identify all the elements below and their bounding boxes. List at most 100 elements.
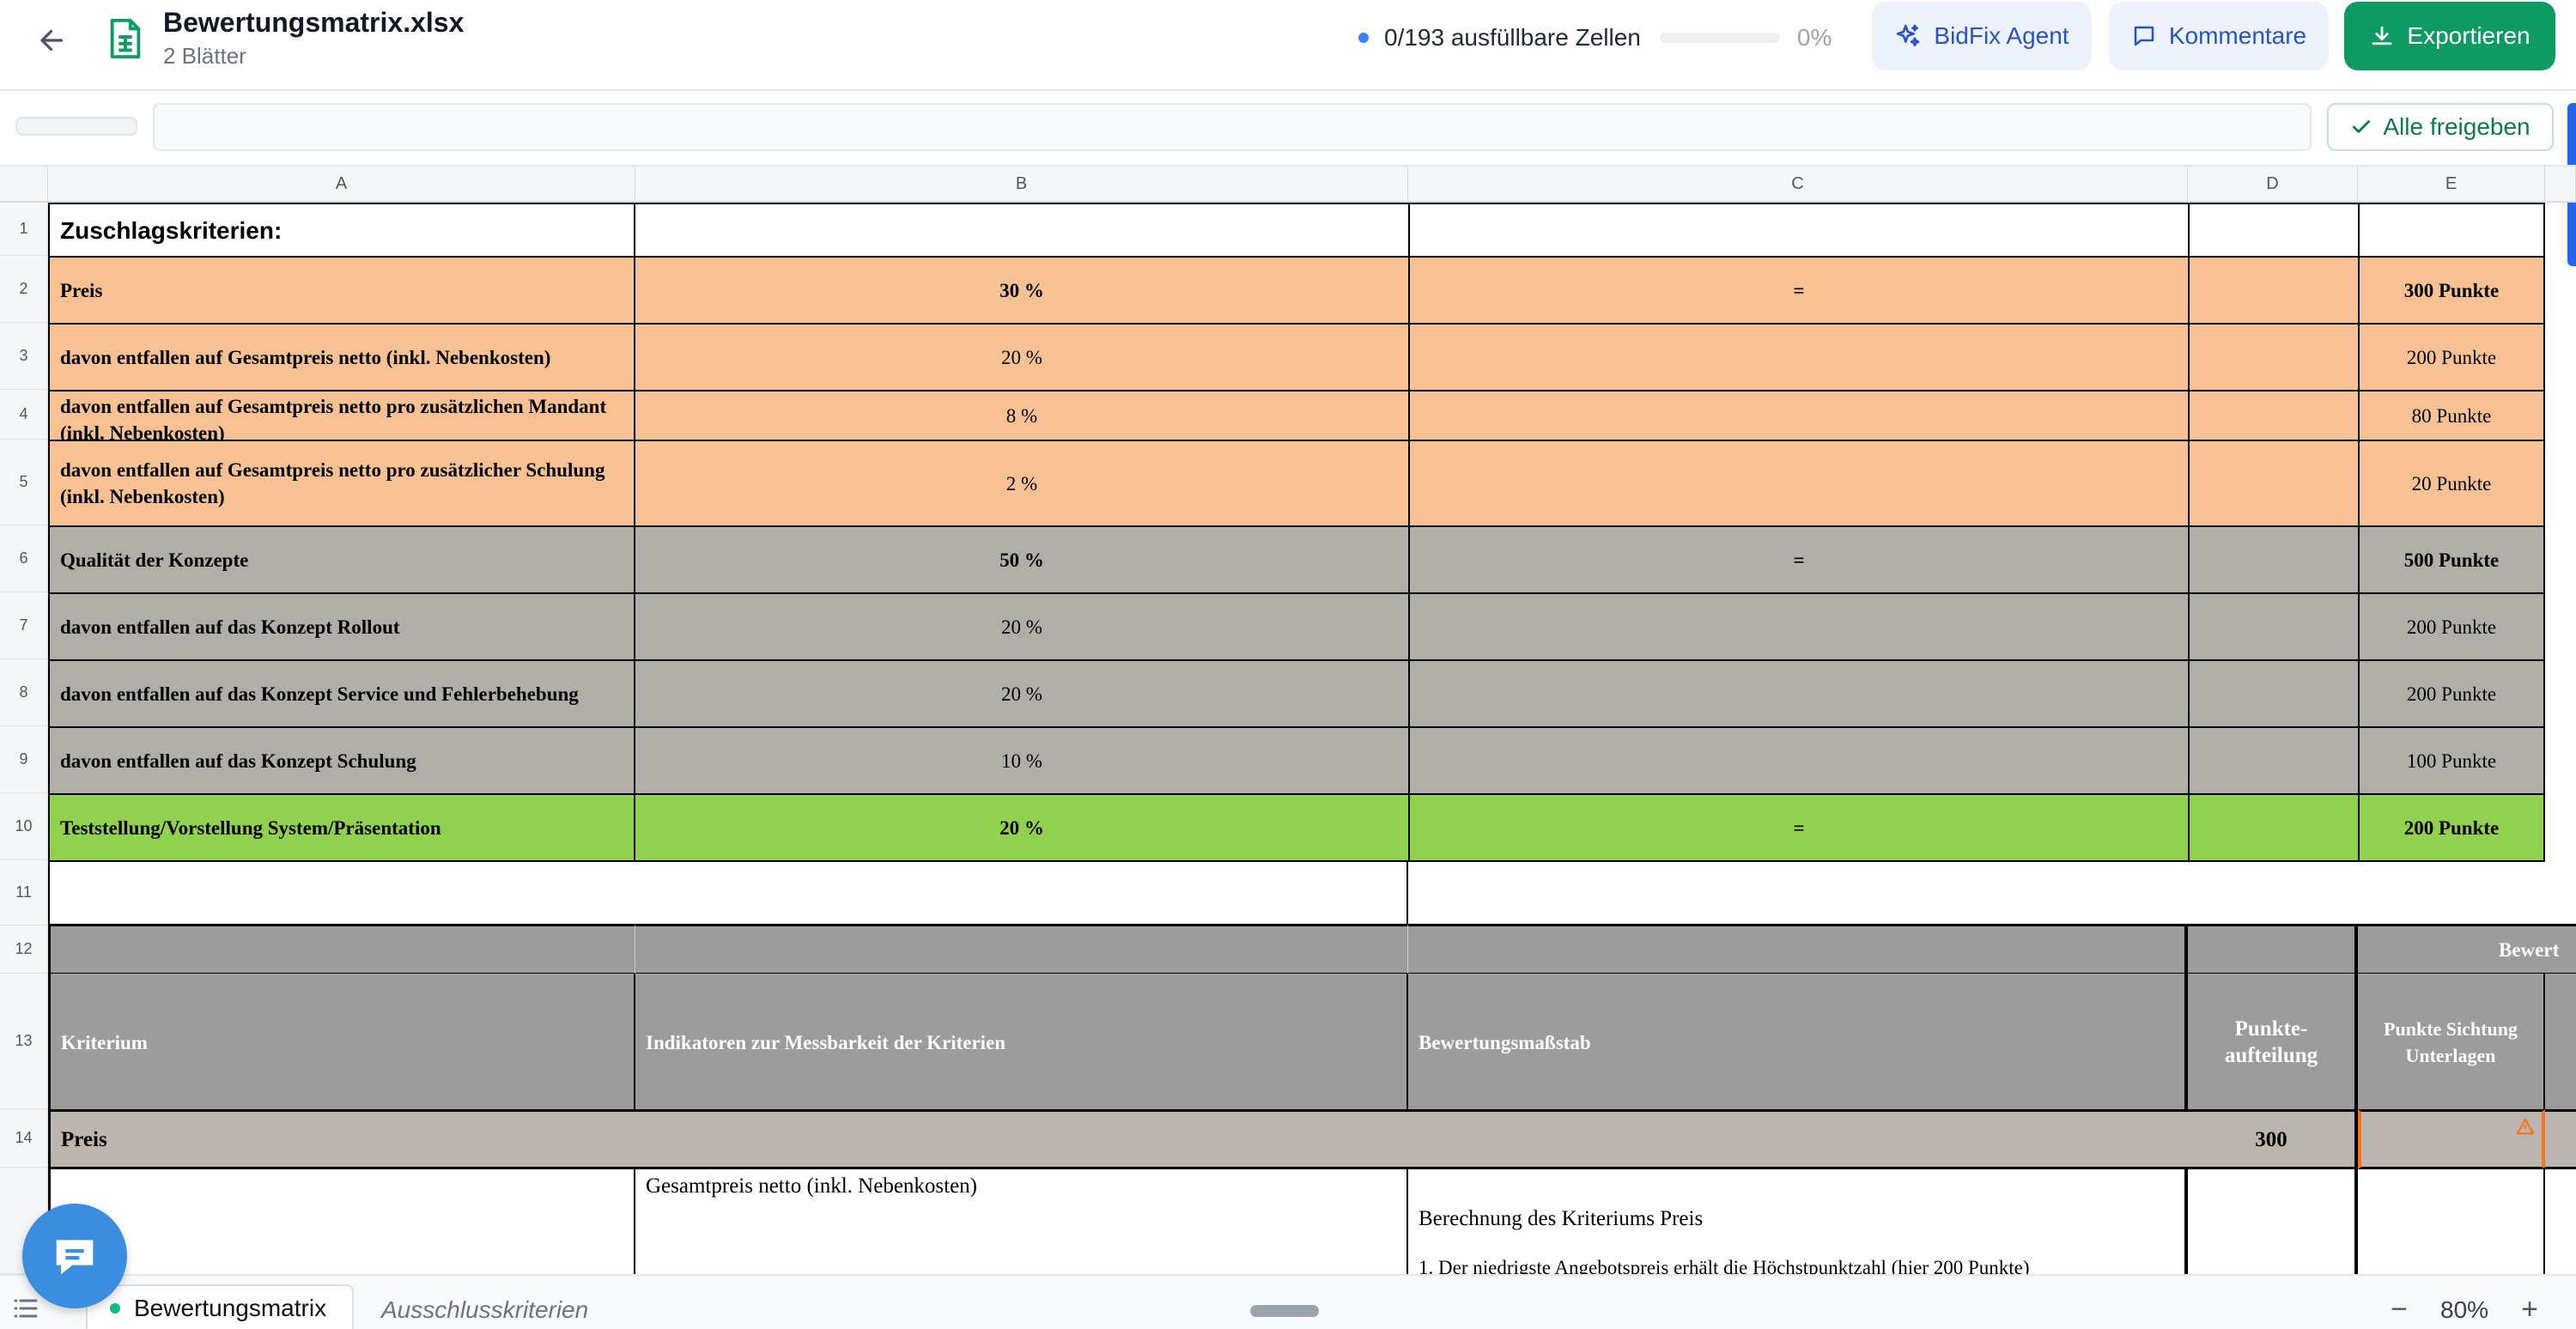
cell-e10[interactable]: 200 Punkte: [2358, 793, 2545, 862]
cell-b15[interactable]: Gesamtpreis netto (inkl. Nebenkosten): [635, 1168, 1408, 1274]
cell-b2[interactable]: 30 %: [634, 256, 1410, 325]
column-header-f[interactable]: [2545, 165, 2576, 203]
cell-c11[interactable]: [1408, 860, 2545, 925]
bidfix-agent-button[interactable]: BidFix Agent: [1872, 2, 2092, 70]
row-header-6[interactable]: 6: [0, 525, 48, 592]
cell-e2[interactable]: 300 Punkte: [2358, 256, 2545, 325]
row-header-9[interactable]: 9: [0, 726, 48, 793]
comments-button[interactable]: Kommentare: [2109, 2, 2329, 70]
cell-b10[interactable]: 20 %: [634, 793, 1410, 862]
row-header-2[interactable]: 2: [0, 256, 48, 323]
sheet-list-button[interactable]: [10, 1293, 41, 1328]
row-header-1[interactable]: 1: [0, 203, 48, 256]
cell-c13[interactable]: Bewertungsmaßstab: [1408, 974, 2188, 1111]
cell-d2[interactable]: [2188, 256, 2360, 325]
cell-b13[interactable]: Indikatoren zur Messbarkeit der Kriterie…: [635, 974, 1408, 1111]
cell-e7[interactable]: 200 Punkte: [2358, 592, 2545, 661]
cell-c3[interactable]: [1408, 323, 2190, 391]
cell-c5[interactable]: [1408, 440, 2190, 527]
cell-e1[interactable]: [2358, 203, 2545, 258]
cell-b6[interactable]: 50 %: [634, 525, 1410, 594]
cell-c8[interactable]: [1408, 659, 2190, 728]
cell-e14[interactable]: [2358, 1109, 2545, 1169]
cell-a2[interactable]: Preis: [48, 256, 635, 325]
cell-b3[interactable]: 20 %: [634, 323, 1410, 391]
cell-d1[interactable]: [2188, 203, 2360, 258]
export-button[interactable]: Exportieren: [2344, 2, 2555, 70]
cell-e13[interactable]: Punkte Sichtung Unterlagen: [2358, 974, 2545, 1111]
column-header-b[interactable]: B: [635, 165, 1408, 203]
cell-a8[interactable]: davon entfallen auf das Konzept Service …: [48, 659, 635, 728]
cell-b7[interactable]: 20 %: [634, 592, 1410, 661]
cell-d12[interactable]: [2188, 924, 2358, 975]
tab-bewertungsmatrix[interactable]: Bewertungsmatrix: [86, 1284, 354, 1329]
column-header-c[interactable]: C: [1408, 165, 2188, 203]
cell-a11[interactable]: [48, 860, 1408, 925]
cell-b12[interactable]: [635, 924, 1408, 975]
column-header-a[interactable]: A: [48, 165, 635, 203]
cell-a1[interactable]: Zuschlagskriterien:: [48, 203, 635, 258]
row-header-4[interactable]: 4: [0, 390, 48, 440]
cell-c10[interactable]: =: [1408, 793, 2190, 862]
cell-c12[interactable]: [1408, 924, 2188, 975]
cell-c9[interactable]: [1408, 726, 2190, 795]
cell-d6[interactable]: [2188, 525, 2360, 594]
cell-d10[interactable]: [2188, 793, 2360, 862]
row-header-5[interactable]: 5: [0, 440, 48, 525]
cell-name-box[interactable]: [15, 117, 137, 136]
row-header-12[interactable]: 12: [0, 925, 48, 974]
cell-a14[interactable]: Preis: [48, 1109, 2188, 1169]
cell-d13[interactable]: Punkte-aufteilung: [2188, 974, 2358, 1111]
row-header-8[interactable]: 8: [0, 659, 48, 726]
cell-a6[interactable]: Qualität der Konzepte: [48, 525, 635, 594]
cell-a4[interactable]: davon entfallen auf Gesamtpreis netto pr…: [48, 390, 635, 441]
cell-b8[interactable]: 20 %: [634, 659, 1410, 728]
cell-c2[interactable]: =: [1408, 256, 2190, 325]
zoom-in-button[interactable]: +: [2514, 1293, 2545, 1326]
tab-ausschlusskriterien[interactable]: Ausschlusskriterien: [381, 1296, 588, 1324]
cell-d8[interactable]: [2188, 659, 2360, 728]
cell-c15[interactable]: Berechnung des Kriteriums Preis 1. Der n…: [1408, 1168, 2188, 1274]
cell-b4[interactable]: 8 %: [634, 390, 1410, 441]
zoom-out-button[interactable]: −: [2384, 1293, 2415, 1326]
row-header-3[interactable]: 3: [0, 323, 48, 390]
row-header-7[interactable]: 7: [0, 592, 48, 659]
cell-e8[interactable]: 200 Punkte: [2358, 659, 2545, 728]
cell-e9[interactable]: 100 Punkte: [2358, 726, 2545, 795]
cell-e15[interactable]: [2358, 1168, 2545, 1274]
cell-c7[interactable]: [1408, 592, 2190, 661]
horizontal-scrollbar[interactable]: [1250, 1305, 1319, 1317]
row-header-13[interactable]: 13: [0, 974, 48, 1109]
column-header-d[interactable]: D: [2188, 165, 2358, 203]
cell-c4[interactable]: [1408, 390, 2190, 441]
cell-e4[interactable]: 80 Punkte: [2358, 390, 2545, 441]
cell-a13[interactable]: Kriterium: [48, 974, 635, 1111]
cell-e6[interactable]: 500 Punkte: [2358, 525, 2545, 594]
cell-c6[interactable]: =: [1408, 525, 2190, 594]
cell-e5[interactable]: 20 Punkte: [2358, 440, 2545, 527]
cell-a10[interactable]: Teststellung/Vorstellung System/Präsenta…: [48, 793, 635, 862]
cell-d4[interactable]: [2188, 390, 2360, 441]
cell-a7[interactable]: davon entfallen auf das Konzept Rollout: [48, 592, 635, 661]
column-header-e[interactable]: E: [2358, 165, 2545, 203]
cell-a9[interactable]: davon entfallen auf das Konzept Schulung: [48, 726, 635, 795]
cell-f14[interactable]: [2545, 1109, 2576, 1169]
cell-e12[interactable]: Bewert: [2358, 924, 2576, 975]
cell-f13[interactable]: [2545, 974, 2576, 1111]
cell-d5[interactable]: [2188, 440, 2360, 527]
cell-a3[interactable]: davon entfallen auf Gesamtpreis netto (i…: [48, 323, 635, 391]
cell-d9[interactable]: [2188, 726, 2360, 795]
cell-d7[interactable]: [2188, 592, 2360, 661]
cell-b5[interactable]: 2 %: [634, 440, 1410, 527]
cell-a5[interactable]: davon entfallen auf Gesamtpreis netto pr…: [48, 440, 635, 527]
cell-a15[interactable]: [48, 1168, 635, 1274]
cell-c1[interactable]: [1408, 203, 2190, 258]
cell-e3[interactable]: 200 Punkte: [2358, 323, 2545, 391]
select-all-corner[interactable]: [0, 165, 48, 203]
cell-d15[interactable]: [2188, 1168, 2358, 1274]
back-button[interactable]: [31, 19, 74, 62]
approve-all-button[interactable]: Alle freigeben: [2327, 103, 2554, 151]
chat-widget-button[interactable]: [22, 1204, 127, 1308]
cell-a12[interactable]: [48, 924, 635, 975]
row-header-11[interactable]: 11: [0, 860, 48, 925]
